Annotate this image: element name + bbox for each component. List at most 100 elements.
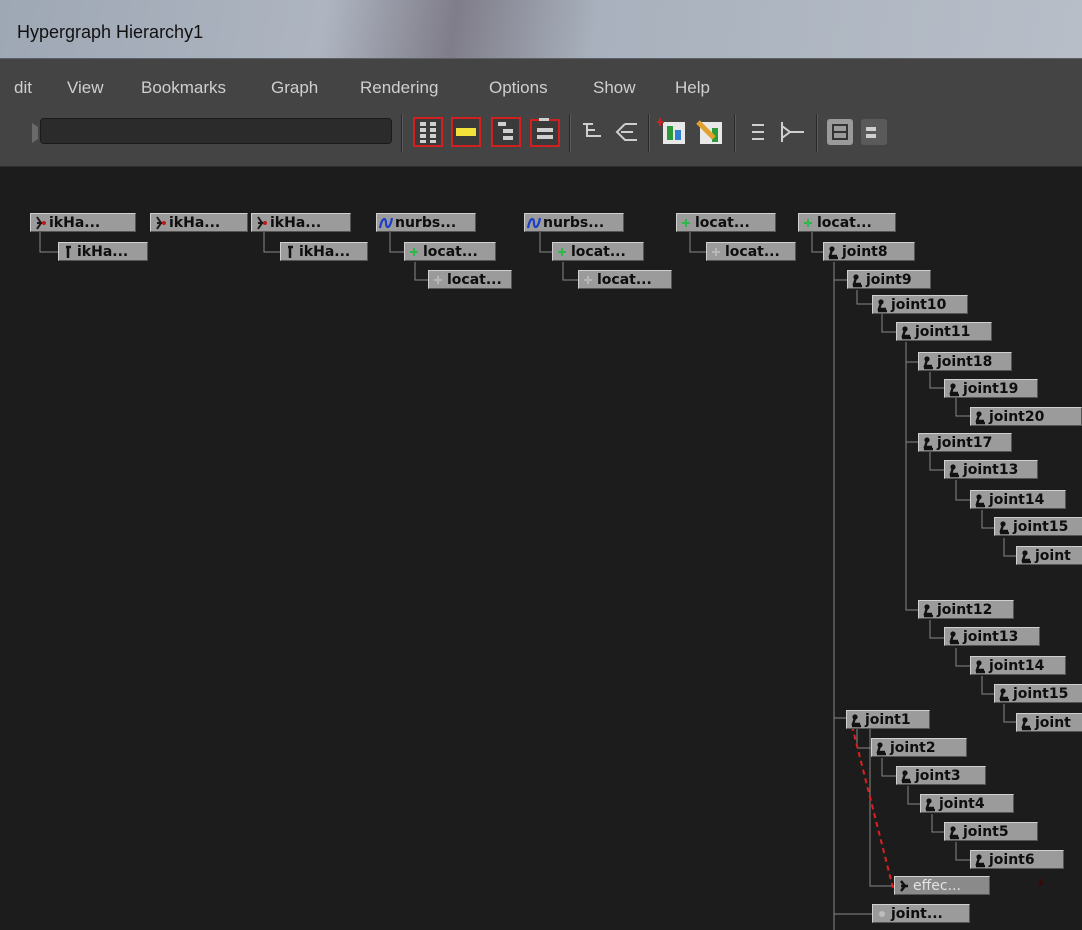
node-label: joint2 <box>890 739 936 756</box>
hypergraph-node[interactable]: ikHa... <box>30 213 136 232</box>
input-output-icon[interactable] <box>529 116 561 148</box>
hypergraph-node[interactable]: joint14 <box>970 656 1066 675</box>
filter-icon[interactable] <box>18 121 38 143</box>
hypergraph-node[interactable]: joint4 <box>920 794 1014 813</box>
hypergraph-node[interactable]: joint17 <box>918 433 1012 452</box>
window-title: Hypergraph Hierarchy1 <box>17 22 204 42</box>
node-label: joint13 <box>963 461 1019 478</box>
hypergraph-node[interactable]: joint20 <box>970 407 1082 426</box>
node-label: ikHa... <box>270 214 322 231</box>
menu-graph[interactable]: Graph <box>271 78 318 98</box>
locator-icon <box>800 215 816 231</box>
ik-effector-icon <box>282 244 298 260</box>
scene-hierarchy-icon[interactable] <box>412 116 444 148</box>
hypergraph-node[interactable]: joint <box>1016 546 1082 565</box>
hypergraph-node[interactable]: locat... <box>706 242 796 261</box>
joint-icon <box>825 244 841 260</box>
node-label: joint15 <box>1013 685 1069 702</box>
hypergraph-node[interactable]: joint19 <box>944 379 1038 398</box>
hypergraph-node[interactable]: joint2 <box>871 738 967 757</box>
tree-layout-icon[interactable] <box>577 116 609 148</box>
joint-icon <box>848 712 864 728</box>
hypergraph-node[interactable]: joint11 <box>896 322 992 341</box>
joint-icon <box>946 462 962 478</box>
edit-bookmark-icon[interactable] <box>694 116 726 148</box>
hypergraph-node[interactable]: locat... <box>676 213 776 232</box>
menu-view[interactable]: View <box>67 78 104 98</box>
menu-rendering[interactable]: Rendering <box>360 78 438 98</box>
node-label: joint15 <box>1013 518 1069 535</box>
ik-handle-icon <box>152 215 168 231</box>
ik-handle-icon <box>32 215 48 231</box>
joint-icon <box>1018 715 1034 731</box>
node-label: joint10 <box>891 296 947 313</box>
hypergraph-node[interactable]: ikHa... <box>251 213 351 232</box>
selection-hierarchy-icon[interactable] <box>450 116 482 148</box>
menu-help[interactable]: Help <box>675 78 710 98</box>
reverse-tree-icon[interactable] <box>611 116 643 148</box>
hypergraph-node[interactable]: ikHa... <box>58 242 148 261</box>
hypergraph-node[interactable]: locat... <box>404 242 496 261</box>
joint-icon <box>849 272 865 288</box>
node-label: locat... <box>423 243 478 260</box>
node-label: locat... <box>725 243 780 260</box>
node-label: ikHa... <box>169 214 221 231</box>
window-titlebar[interactable]: Hypergraph Hierarchy1 <box>0 0 1082 59</box>
node-label: joint13 <box>963 628 1019 645</box>
hypergraph-node[interactable]: ikHa... <box>150 213 248 232</box>
hypergraph-node[interactable]: joint12 <box>918 600 1014 619</box>
hypergraph-node[interactable]: joint15 <box>994 684 1082 703</box>
hypergraph-node[interactable]: joint9 <box>847 270 931 289</box>
expand-hierarchy-icon[interactable] <box>490 116 522 148</box>
hypergraph-node[interactable]: joint13 <box>944 460 1038 479</box>
menu-show[interactable]: Show <box>593 78 636 98</box>
joint-icon <box>873 740 889 756</box>
joint-icon <box>922 796 938 812</box>
locator-shape-icon <box>580 272 596 288</box>
hypergraph-node[interactable]: joint6 <box>970 850 1064 869</box>
filter-input[interactable] <box>40 118 392 144</box>
hypergraph-node[interactable]: joint18 <box>918 352 1012 371</box>
joint-icon <box>898 324 914 340</box>
hypergraph-node[interactable]: locat... <box>798 213 896 232</box>
hypergraph-node[interactable]: joint13 <box>944 627 1040 646</box>
hypergraph-node[interactable]: joint10 <box>872 295 968 314</box>
node-label: joint4 <box>939 795 985 812</box>
node-label: joint14 <box>989 657 1045 674</box>
node-label: locat... <box>597 271 652 288</box>
hypergraph-node[interactable]: effec... <box>894 876 990 895</box>
hypergraph-node[interactable]: nurbs... <box>524 213 624 232</box>
hypergraph-node[interactable]: joint14 <box>970 490 1066 509</box>
node-label: joint <box>1035 547 1071 564</box>
hypergraph-node[interactable]: joint8 <box>823 242 915 261</box>
list-view-icon[interactable] <box>742 116 774 148</box>
node-label: joint8 <box>842 243 888 260</box>
joint-icon <box>920 602 936 618</box>
hypergraph-node[interactable]: locat... <box>552 242 644 261</box>
joint-icon <box>972 409 988 425</box>
hypergraph-node[interactable]: nurbs... <box>376 213 476 232</box>
hypergraph-node[interactable]: joint <box>1016 713 1082 732</box>
hypergraph-node[interactable]: ikHa... <box>280 242 368 261</box>
hypergraph-node[interactable]: locat... <box>578 270 672 289</box>
node-label: ikHa... <box>299 243 351 260</box>
hypergraph-node[interactable]: joint1 <box>846 710 930 729</box>
node-label: joint6 <box>989 851 1035 868</box>
menu-bookmarks[interactable]: Bookmarks <box>141 78 226 98</box>
hypergraph-node[interactable]: joint5 <box>944 822 1038 841</box>
menu-edit[interactable]: dit <box>14 78 32 98</box>
hypergraph-node[interactable]: joint3 <box>896 766 986 785</box>
node-label: joint11 <box>915 323 971 340</box>
hypergraph-node[interactable]: joint15 <box>994 517 1082 536</box>
locator-shape-icon <box>430 272 446 288</box>
add-bookmark-icon[interactable] <box>657 116 689 148</box>
collapse-icon[interactable] <box>858 116 890 148</box>
hypergraph-node[interactable]: locat... <box>428 270 512 289</box>
hypergraph-node[interactable]: joint... <box>872 904 970 923</box>
node-label: locat... <box>571 243 626 260</box>
node-label: joint12 <box>937 601 993 618</box>
toggle-view-icon[interactable] <box>824 116 856 148</box>
menu-options[interactable]: Options <box>489 78 548 98</box>
graph-view-icon[interactable] <box>776 116 808 148</box>
joint-icon <box>972 492 988 508</box>
